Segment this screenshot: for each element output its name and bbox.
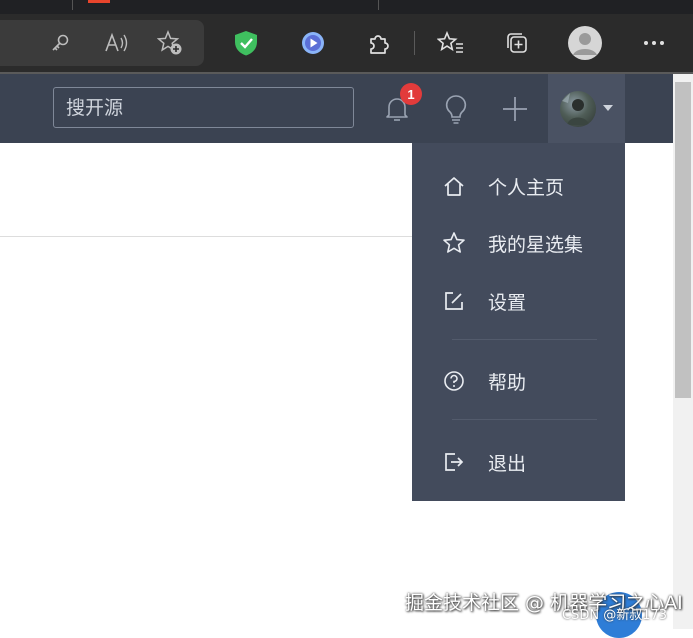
menu-item-logout[interactable]: 退出 bbox=[412, 437, 625, 487]
extensions-icon[interactable] bbox=[361, 25, 397, 61]
favorites-icon[interactable] bbox=[433, 25, 469, 61]
help-circle-icon bbox=[442, 369, 466, 393]
address-bar[interactable] bbox=[0, 20, 204, 66]
read-aloud-icon[interactable] bbox=[98, 25, 134, 61]
menu-divider bbox=[452, 339, 597, 340]
menu-item-help[interactable]: 帮助 bbox=[412, 356, 625, 406]
menu-item-label: 我的星选集 bbox=[488, 233, 584, 256]
plus-icon[interactable] bbox=[499, 93, 531, 125]
logout-icon bbox=[442, 450, 466, 474]
star-icon bbox=[442, 231, 466, 255]
more-options-icon[interactable] bbox=[636, 25, 672, 61]
browser-toolbar bbox=[0, 14, 693, 72]
content-divider bbox=[0, 236, 412, 237]
menu-divider bbox=[452, 419, 597, 420]
user-dropdown-menu: 个人主页 我的星选集 设置 帮助 退出 bbox=[412, 143, 625, 501]
user-menu-toggle[interactable] bbox=[548, 74, 625, 143]
home-icon bbox=[442, 174, 466, 198]
menu-item-label: 帮助 bbox=[488, 371, 527, 394]
profile-icon[interactable] bbox=[567, 25, 603, 61]
watermark-subtext: CSDN @新叔173 bbox=[562, 608, 668, 623]
add-favorite-icon[interactable] bbox=[152, 25, 188, 61]
edit-icon bbox=[442, 289, 466, 313]
browser-tab-strip bbox=[0, 0, 693, 14]
toolbar-separator bbox=[414, 31, 415, 55]
menu-item-profile[interactable]: 个人主页 bbox=[412, 161, 625, 211]
menu-item-settings[interactable]: 设置 bbox=[412, 276, 625, 326]
menu-item-stars[interactable]: 我的星选集 bbox=[412, 218, 625, 268]
key-icon[interactable] bbox=[42, 25, 78, 61]
search-input[interactable] bbox=[53, 87, 354, 128]
menu-item-label: 设置 bbox=[488, 291, 527, 314]
notification-badge: 1 bbox=[400, 83, 422, 105]
menu-item-label: 退出 bbox=[488, 452, 527, 475]
avatar bbox=[560, 91, 596, 127]
collections-icon[interactable] bbox=[499, 25, 535, 61]
tab-divider bbox=[378, 0, 379, 10]
play-extension-icon[interactable] bbox=[295, 25, 331, 61]
site-header: 1 bbox=[0, 74, 673, 143]
lightbulb-icon[interactable] bbox=[439, 91, 473, 127]
menu-item-label: 个人主页 bbox=[488, 176, 565, 199]
chevron-down-icon bbox=[603, 105, 613, 111]
active-tab-indicator bbox=[88, 0, 110, 3]
shield-extension-icon[interactable] bbox=[228, 25, 264, 61]
scrollbar-thumb[interactable] bbox=[675, 82, 691, 398]
tab-divider bbox=[72, 0, 73, 10]
